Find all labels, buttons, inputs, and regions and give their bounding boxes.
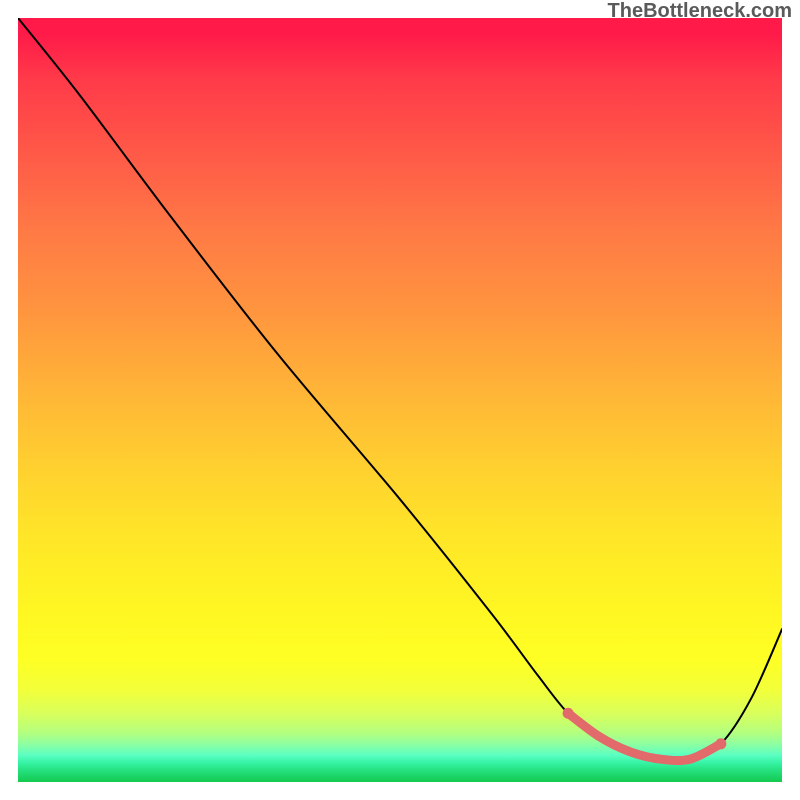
chart-container: TheBottleneck.com bbox=[0, 0, 800, 800]
highlight-dot bbox=[686, 755, 695, 764]
highlight-dot bbox=[625, 747, 634, 756]
highlight-dot bbox=[563, 708, 574, 719]
curve-svg bbox=[18, 18, 782, 782]
highlight-dot bbox=[715, 738, 726, 749]
highlight-dot bbox=[655, 755, 664, 764]
highlight-segment bbox=[568, 713, 721, 760]
highlight-dot bbox=[594, 732, 603, 741]
plot-area bbox=[18, 18, 782, 782]
bottleneck-curve bbox=[18, 18, 782, 760]
